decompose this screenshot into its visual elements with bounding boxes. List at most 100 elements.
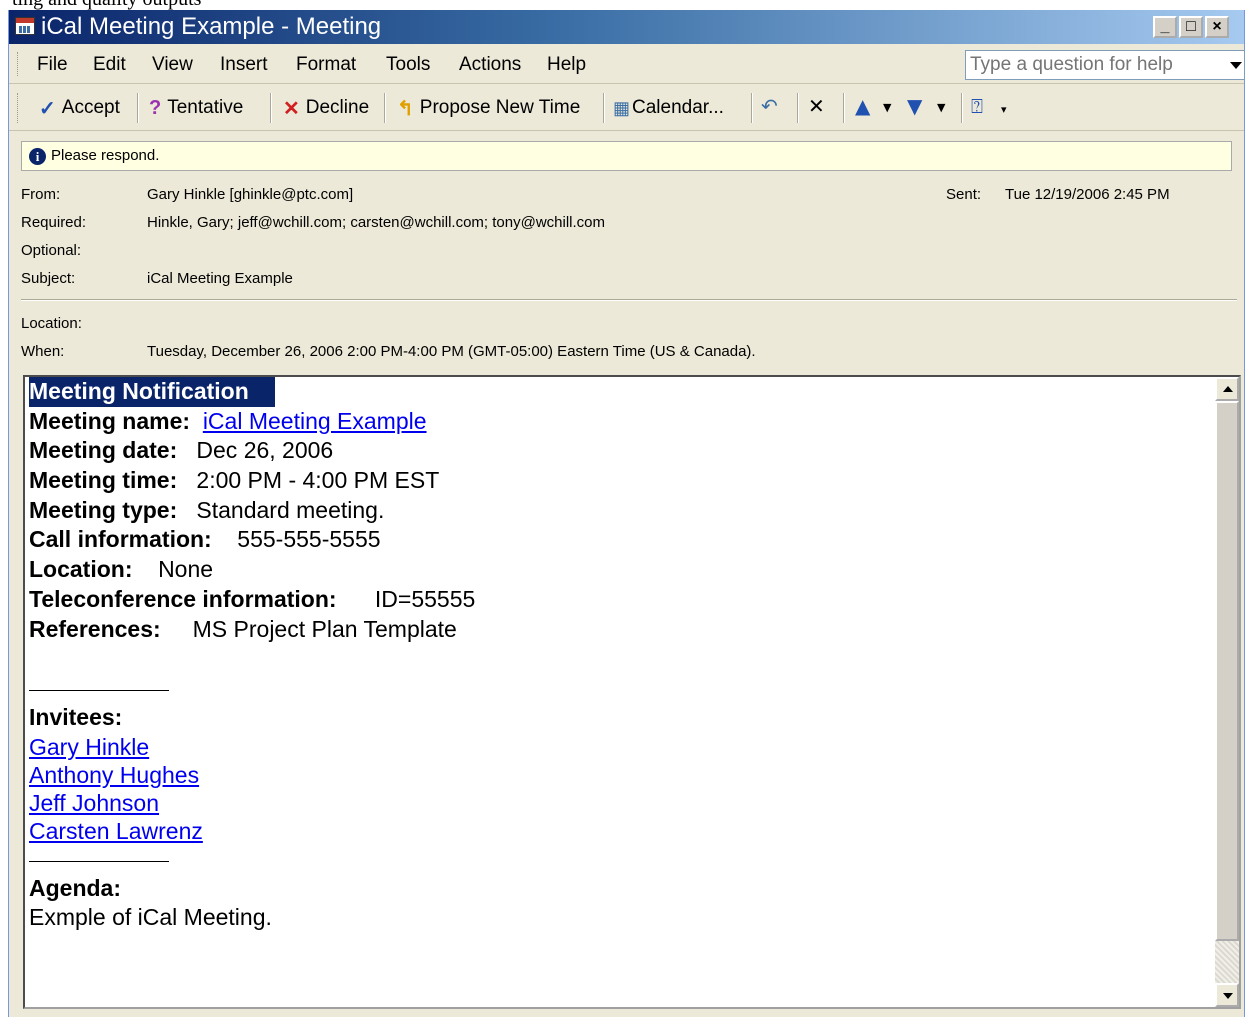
- propose-label: Propose New Time: [419, 97, 581, 118]
- menu-format[interactable]: Format: [296, 54, 356, 76]
- menu-bar: File Edit View Insert Format Tools Actio…: [9, 44, 1245, 84]
- info-bar: i Please respond.: [21, 141, 1232, 171]
- location-label: Location:: [21, 315, 82, 332]
- decline-button[interactable]: ✕ Decline: [283, 91, 369, 125]
- toolbar-separator: [603, 93, 605, 123]
- menu-help[interactable]: Help: [547, 54, 586, 76]
- previous-item-icon[interactable]: ▲: [855, 94, 870, 118]
- toolbar-separator: [137, 93, 139, 123]
- menu-insert[interactable]: Insert: [220, 54, 268, 76]
- vertical-scrollbar[interactable]: [1215, 377, 1239, 1007]
- teleconference-value: ID=55555: [374, 585, 476, 612]
- meeting-date-label: Meeting date:: [29, 437, 178, 464]
- propose-arrow-icon: ↰: [397, 97, 414, 120]
- invitee-link[interactable]: Anthony Hughes: [29, 762, 199, 788]
- meeting-time-label: Meeting time:: [29, 467, 178, 494]
- meeting-name-label: Meeting name:: [29, 407, 191, 434]
- title-bar[interactable]: iCal Meeting Example - Meeting _ □ ×: [9, 10, 1244, 44]
- toolbar-separator: [961, 93, 963, 123]
- meeting-time-value: 2:00 PM - 4:00 PM EST: [196, 467, 440, 494]
- accept-label: Accept: [61, 97, 120, 118]
- body-location-label: Location:: [29, 556, 133, 583]
- maximize-button[interactable]: □: [1179, 16, 1203, 38]
- toolbar-options-icon[interactable]: ▾: [1001, 103, 1007, 116]
- question-mark-icon: ?: [149, 96, 162, 119]
- toolbar-separator: [843, 93, 845, 123]
- toolbar-separator: [384, 93, 386, 123]
- delete-icon[interactable]: ✕: [808, 94, 825, 118]
- clipped-text: ting and quality outputs: [12, 0, 201, 10]
- clipped-background-text: ting and quality outputs: [0, 0, 1247, 10]
- header-divider: [21, 299, 1237, 301]
- chevron-down-icon[interactable]: [1230, 62, 1242, 69]
- meeting-type-value: Standard meeting.: [196, 496, 385, 523]
- propose-new-time-button[interactable]: ↰ Propose New Time: [397, 91, 580, 125]
- minimize-button[interactable]: _: [1153, 16, 1177, 38]
- calendar-label: Calendar...: [632, 97, 724, 118]
- call-info-value: 555-555-5555: [237, 526, 381, 553]
- tentative-label: Tentative: [167, 97, 244, 118]
- message-content: Meeting Notification Meeting name: iCal …: [29, 377, 1209, 933]
- scroll-up-button[interactable]: [1215, 377, 1239, 401]
- subject-label: Subject:: [21, 270, 76, 287]
- agenda-value: Exmple of iCal Meeting.: [29, 904, 272, 931]
- info-message: Please respond.: [51, 147, 160, 164]
- invitee-link[interactable]: Jeff Johnson: [29, 790, 159, 816]
- calendar-app-icon: [15, 17, 35, 35]
- from-label: From:: [21, 186, 61, 203]
- calendar-icon: ▦: [613, 97, 631, 118]
- reply-all-icon[interactable]: ↶: [761, 94, 778, 118]
- tentative-button[interactable]: ? Tentative: [149, 91, 243, 125]
- help-search-input[interactable]: [966, 51, 1220, 79]
- menu-edit[interactable]: Edit: [93, 54, 126, 76]
- meeting-name-link[interactable]: iCal Meeting Example: [203, 408, 427, 434]
- teleconference-label: Teleconference information:: [29, 585, 337, 612]
- toolbar-grip[interactable]: [17, 93, 20, 123]
- optional-label: Optional:: [21, 242, 82, 259]
- menu-grip[interactable]: [17, 52, 20, 76]
- required-label: Required:: [21, 214, 87, 231]
- menu-tools[interactable]: Tools: [386, 54, 430, 76]
- references-label: References:: [29, 615, 161, 642]
- meeting-window: iCal Meeting Example - Meeting _ □ × Fil…: [8, 10, 1245, 1017]
- when-value: Tuesday, December 26, 2006 2:00 PM-4:00 …: [147, 343, 756, 360]
- close-button[interactable]: ×: [1205, 16, 1229, 38]
- references-value: MS Project Plan Template: [192, 615, 457, 642]
- invitee-link[interactable]: Carsten Lawrenz: [29, 818, 203, 844]
- toolbar: ✓ Accept ? Tentative ✕ Decline ↰ Propose…: [9, 85, 1244, 131]
- invitees-label: Invitees:: [29, 703, 123, 730]
- required-value[interactable]: Hinkle, Gary; jeff@wchill.com; carsten@w…: [147, 214, 605, 231]
- scroll-thumb[interactable]: [1215, 401, 1239, 941]
- meeting-date-value: Dec 26, 2006: [196, 437, 334, 464]
- help-search-box[interactable]: [965, 50, 1245, 80]
- window-title: iCal Meeting Example - Meeting: [41, 13, 382, 40]
- when-label: When:: [21, 343, 65, 360]
- from-value[interactable]: Gary Hinkle [ghinkle@ptc.com]: [147, 186, 353, 203]
- invitee-link[interactable]: Gary Hinkle: [29, 734, 149, 760]
- toolbar-separator: [751, 93, 753, 123]
- agenda-label: Agenda:: [29, 874, 121, 901]
- next-item-icon[interactable]: ▼: [907, 94, 922, 118]
- sent-value: Tue 12/19/2006 2:45 PM: [1005, 186, 1170, 203]
- menu-actions[interactable]: Actions: [459, 54, 521, 76]
- checkmark-icon: ✓: [39, 97, 56, 120]
- calendar-button[interactable]: ▦ Calendar...: [613, 91, 724, 125]
- chevron-down-icon[interactable]: ▼: [883, 101, 891, 114]
- decline-label: Decline: [305, 97, 370, 118]
- help-icon[interactable]: ⍰: [971, 94, 983, 118]
- section-rule: [29, 689, 169, 691]
- menu-view[interactable]: View: [152, 54, 193, 76]
- x-icon: ✕: [283, 97, 300, 120]
- body-location-value: None: [158, 556, 214, 583]
- accept-button[interactable]: ✓ Accept: [39, 91, 120, 125]
- scroll-track[interactable]: [1215, 941, 1239, 983]
- toolbar-separator: [270, 93, 272, 123]
- menu-file[interactable]: File: [37, 54, 68, 76]
- sent-label: Sent:: [946, 186, 982, 203]
- message-body[interactable]: Meeting Notification Meeting name: iCal …: [23, 375, 1241, 1009]
- subject-value: iCal Meeting Example: [147, 270, 293, 287]
- info-icon: i: [29, 148, 46, 165]
- meeting-type-label: Meeting type:: [29, 496, 178, 523]
- scroll-down-button[interactable]: [1215, 983, 1239, 1007]
- chevron-down-icon[interactable]: ▼: [937, 101, 945, 114]
